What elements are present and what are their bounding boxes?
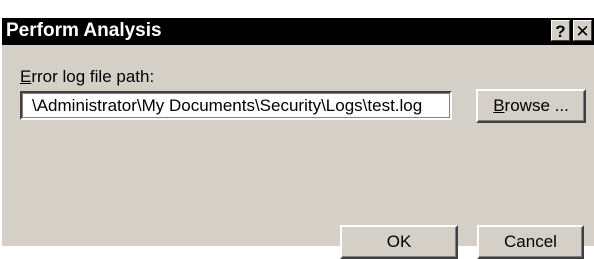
help-icon: ? bbox=[555, 22, 566, 41]
path-value: \Administrator\My Documents\Security\Log… bbox=[32, 96, 423, 115]
label-mnemonic: E bbox=[20, 67, 32, 86]
error-log-path-label: Error log file path: bbox=[20, 67, 154, 87]
help-button[interactable]: ? bbox=[551, 20, 570, 41]
window-title: Perform Analysis bbox=[6, 20, 162, 41]
error-log-path-input[interactable]: \Administrator\My Documents\Security\Log… bbox=[20, 91, 452, 120]
ok-button[interactable]: OK bbox=[340, 225, 458, 259]
close-button[interactable]: ✕ bbox=[573, 20, 592, 41]
title-bar[interactable]: Perform Analysis ? ✕ bbox=[2, 18, 594, 45]
browse-label: rowse ... bbox=[504, 96, 569, 115]
cancel-button[interactable]: Cancel bbox=[477, 225, 584, 259]
browse-mnemonic: B bbox=[493, 96, 505, 115]
close-icon: ✕ bbox=[575, 22, 590, 41]
dialog-body: Error log file path: \Administrator\My D… bbox=[2, 45, 594, 259]
perform-analysis-dialog: Perform Analysis ? ✕ Error log file path… bbox=[0, 0, 594, 259]
browse-button[interactable]: Browse ... bbox=[476, 89, 586, 123]
label-text: rror log file path: bbox=[31, 67, 155, 86]
